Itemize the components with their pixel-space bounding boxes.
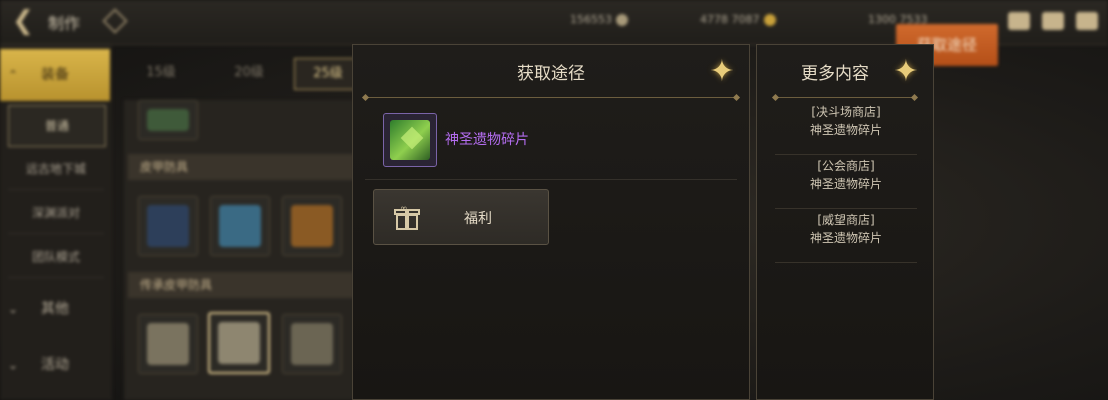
close-star-icon[interactable]: ✦ [889, 55, 923, 89]
category-event[interactable]: ⌄ 活动 [0, 339, 110, 391]
item-slot[interactable] [138, 314, 198, 374]
category-equipment[interactable]: ⌃ 装备 [0, 49, 110, 101]
item-name: 神圣遗物碎片 [445, 132, 529, 148]
welfare-button[interactable]: ∞ 福利 [373, 189, 549, 245]
item-slot-selected[interactable] [208, 312, 270, 374]
sub-item-ancient-dungeon[interactable]: 远古地下城 [8, 149, 104, 190]
currency-gold: 156553 [570, 13, 628, 26]
bag-icon[interactable] [1008, 12, 1030, 30]
close-star-icon[interactable]: ✦ [705, 55, 739, 89]
dialog-title: 获取途径 [517, 64, 585, 84]
sub-item-normal[interactable]: 普通 [8, 105, 106, 147]
left-nav: ⌃ 装备 普通 远古地下城 深渊派对 团队模式 ⌄ 其他 ⌄ 活动 [0, 45, 112, 400]
top-icons [1008, 12, 1098, 30]
currency-gem: 4778 7087 [700, 13, 776, 26]
tab-level-20[interactable]: 20级 [216, 58, 282, 88]
page-title: 制作 [48, 14, 81, 33]
acquire-route-dialog: 获取途径 ✦ 神圣遗物碎片 ∞ 福利 [352, 44, 750, 400]
side-panel-title: 更多内容 [801, 64, 869, 84]
list-item-arena-shop[interactable]: [决斗场商店] 神圣遗物碎片 [775, 103, 917, 155]
list-item-guild-shop[interactable]: [公会商店] 神圣遗物碎片 [775, 157, 917, 209]
chat-icon[interactable] [1076, 12, 1098, 30]
dialog-separator [365, 179, 737, 180]
more-content-panel: 更多内容 ✦ [决斗场商店] 神圣遗物碎片 [公会商店] 神圣遗物碎片 [威望商… [756, 44, 934, 400]
welfare-label: 福利 [464, 211, 492, 227]
item-slot[interactable] [138, 196, 198, 256]
gift-icon: ∞ [394, 204, 420, 230]
tab-level-15[interactable]: 15级 [128, 58, 194, 88]
category-other[interactable]: ⌄ 其他 [0, 283, 110, 335]
diamond-icon [102, 8, 128, 34]
item-slot[interactable] [282, 196, 342, 256]
side-divider [771, 93, 919, 102]
item-slot[interactable] [138, 100, 198, 140]
sub-item-abyss[interactable]: 深渊派对 [8, 193, 104, 234]
item-icon-holy-relic-fragment [383, 113, 437, 167]
list-item-prestige-shop[interactable]: [威望商店] 神圣遗物碎片 [775, 211, 917, 263]
back-arrow-icon[interactable]: ❮ [6, 6, 40, 36]
section-leather-armor: 皮甲防具 [128, 154, 354, 180]
mail-icon[interactable] [1042, 12, 1064, 30]
sub-item-raid[interactable]: 团队模式 [8, 237, 104, 278]
item-slot[interactable] [282, 314, 342, 374]
item-slot[interactable] [210, 196, 270, 256]
section-legacy-leather-armor: 传承皮甲防具 [128, 272, 354, 298]
dialog-divider [361, 93, 741, 102]
